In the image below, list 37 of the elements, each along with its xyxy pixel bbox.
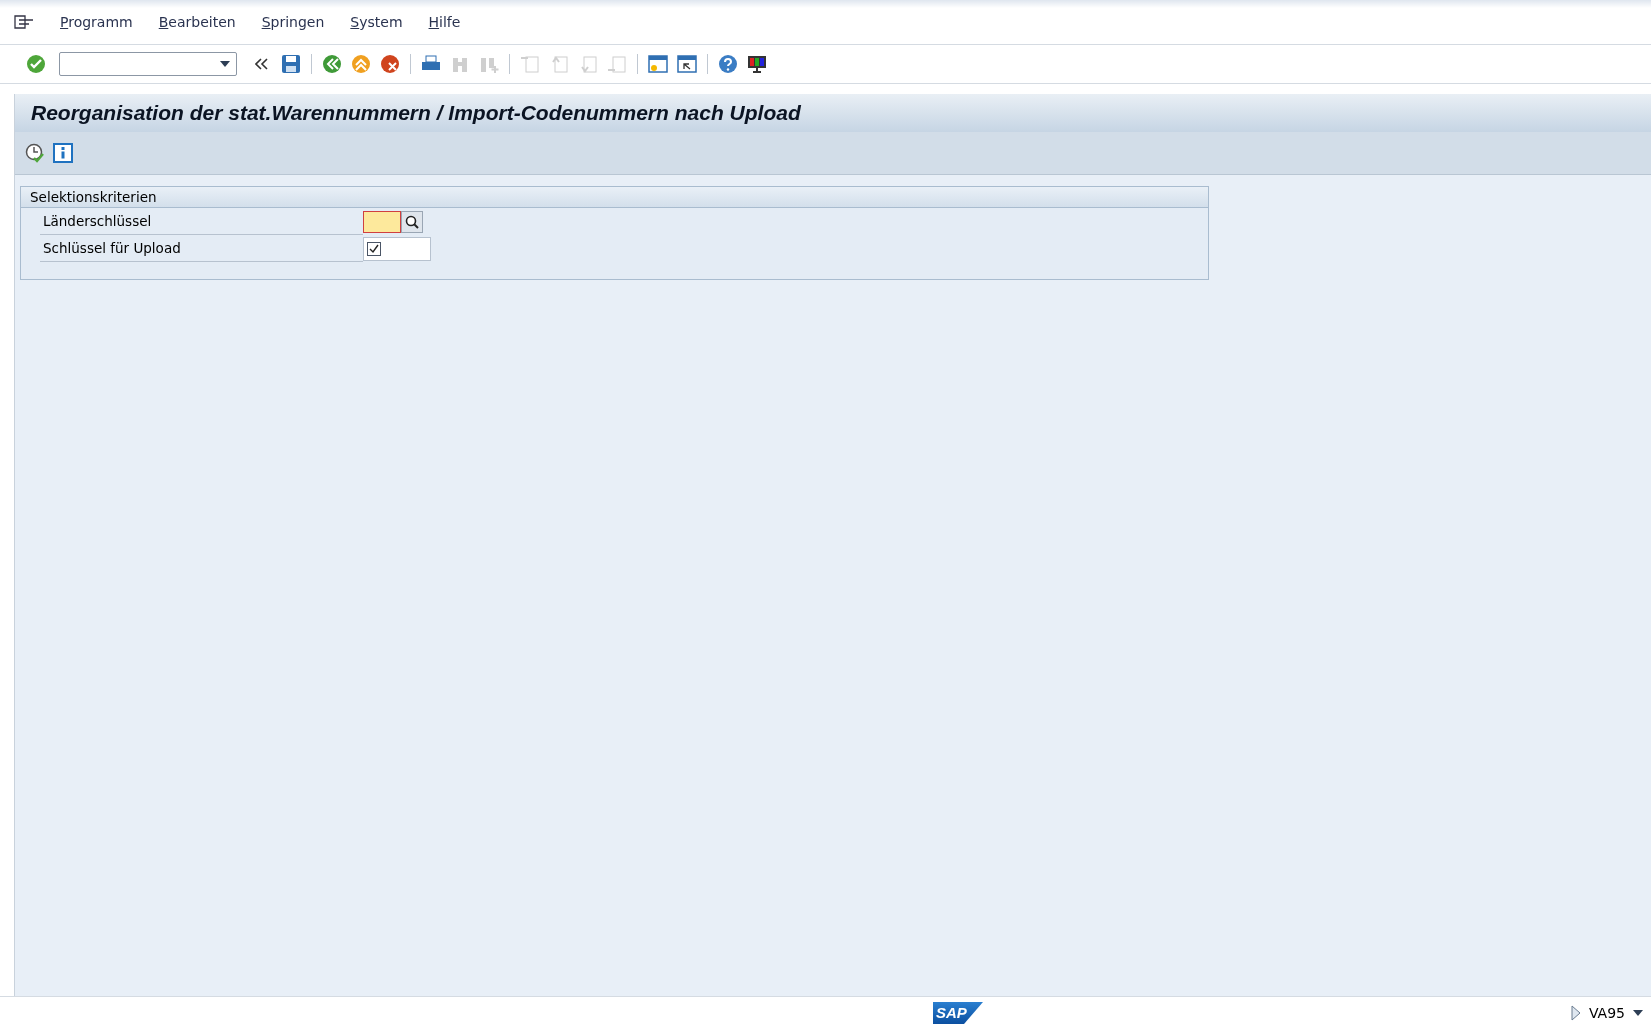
- play-icon[interactable]: [1570, 1005, 1581, 1021]
- exit-icon: [351, 54, 371, 74]
- menu-item[interactable]: System: [350, 14, 403, 30]
- check-circle-icon: [26, 54, 46, 74]
- toolbar-button[interactable]: [675, 52, 699, 76]
- next-page-icon: [578, 54, 598, 74]
- menu-item[interactable]: Hilfe: [428, 14, 461, 30]
- monitor-icon: [747, 54, 767, 74]
- field-label: Schlüssel für Upload: [40, 235, 363, 262]
- search-help-button[interactable]: [401, 210, 423, 233]
- help-icon: [718, 54, 738, 74]
- menu-item[interactable]: Bearbeiten: [158, 14, 236, 30]
- search-icon: [405, 214, 419, 229]
- last-page-icon: [607, 54, 627, 74]
- transaction-code: VA95: [1588, 1005, 1625, 1021]
- field-label: Länderschlüssel: [40, 208, 363, 235]
- input-field[interactable]: [363, 210, 401, 233]
- dropdown-arrow-icon: [220, 61, 230, 67]
- double-chevron-icon: [255, 58, 269, 70]
- first-page-icon: [520, 54, 540, 74]
- info-icon[interactable]: [53, 143, 73, 163]
- save-icon: [281, 54, 301, 74]
- cancel-icon: [380, 54, 400, 74]
- logo: SAP: [933, 1002, 983, 1024]
- shortcut-window-icon: [677, 54, 697, 74]
- command-field[interactable]: [59, 52, 237, 76]
- checkbox[interactable]: [367, 241, 381, 256]
- group-title: Selektionskriterien: [21, 187, 1208, 208]
- menu-item[interactable]: Programm: [60, 14, 133, 30]
- back-icon: [322, 54, 342, 74]
- menu-icon[interactable]: [14, 14, 34, 30]
- menu-item[interactable]: Springen: [261, 14, 325, 30]
- clock-check-icon[interactable]: [25, 143, 45, 163]
- screen-title: Reorganisation der stat.Warennummern / Import-Codenummern nach Upload: [31, 101, 801, 125]
- new-window-icon: [648, 54, 668, 74]
- previous-page-icon: [549, 54, 569, 74]
- dropdown-arrow-icon[interactable]: [1633, 1010, 1643, 1016]
